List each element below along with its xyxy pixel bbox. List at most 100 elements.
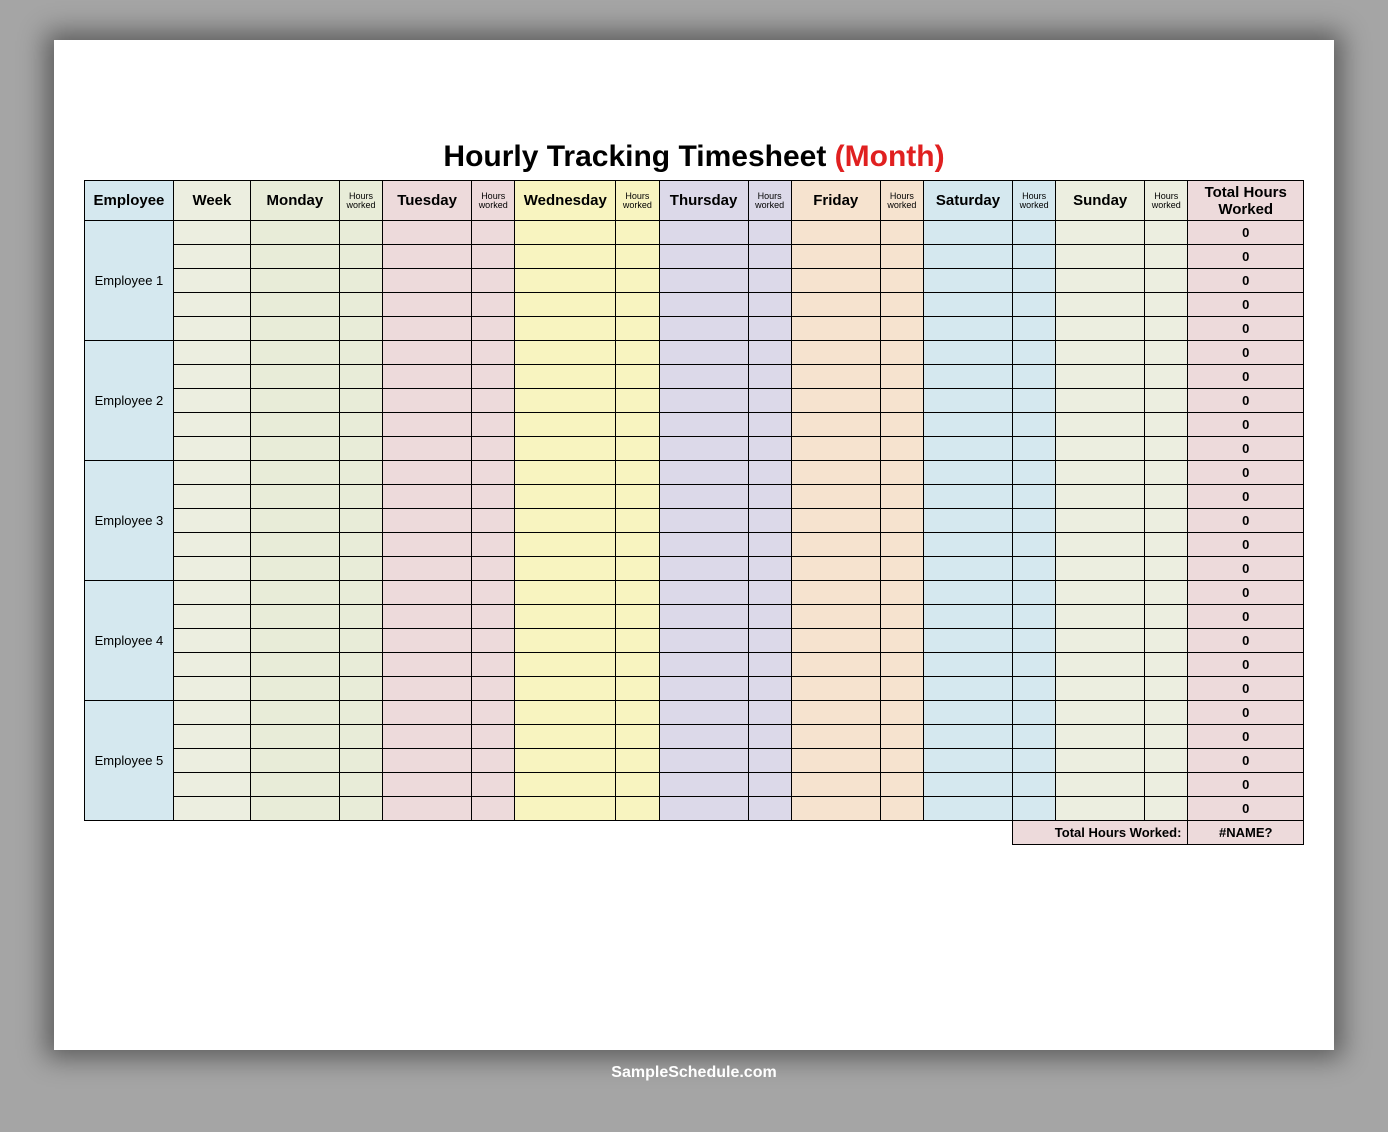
header-row: Employee Week Monday Hours worked Tuesda… [85,181,1304,221]
data-cell [1145,557,1188,581]
data-cell [1056,509,1145,533]
table-row: 0 [85,797,1304,821]
data-cell [616,317,659,341]
data-cell [791,773,880,797]
data-cell [748,365,791,389]
data-cell [1145,461,1188,485]
data-cell [659,365,748,389]
data-cell [383,701,472,725]
total-cell: 0 [1188,557,1304,581]
data-cell [515,437,616,461]
data-cell [659,341,748,365]
data-cell [250,773,339,797]
total-cell: 0 [1188,749,1304,773]
table-row: 0 [85,773,1304,797]
data-cell [1056,533,1145,557]
data-cell [1145,605,1188,629]
data-cell [472,269,515,293]
data-cell [173,797,250,821]
data-cell [339,413,382,437]
data-cell [1012,557,1055,581]
total-cell: 0 [1188,677,1304,701]
data-cell [173,389,250,413]
table-row: Employee 10 [85,221,1304,245]
data-cell [659,317,748,341]
data-cell [880,437,923,461]
data-cell [250,509,339,533]
data-cell [791,557,880,581]
data-cell [924,557,1013,581]
data-cell [472,677,515,701]
data-cell [173,701,250,725]
data-cell [748,461,791,485]
data-cell [791,581,880,605]
data-cell [250,701,339,725]
employee-cell: Employee 2 [85,341,174,461]
data-cell [1145,269,1188,293]
hdr-week: Week [173,181,250,221]
data-cell [880,317,923,341]
data-cell [472,293,515,317]
table-row: 0 [85,749,1304,773]
data-cell [924,701,1013,725]
data-cell [250,677,339,701]
data-cell [659,701,748,725]
data-cell [880,749,923,773]
data-cell [173,725,250,749]
watermark: SampleSchedule.com [54,1064,1334,1082]
data-cell [383,341,472,365]
data-cell [173,629,250,653]
data-cell [748,533,791,557]
data-cell [924,605,1013,629]
data-cell [472,413,515,437]
data-cell [250,605,339,629]
data-cell [339,701,382,725]
data-cell [1145,533,1188,557]
data-cell [1056,269,1145,293]
data-cell [1056,677,1145,701]
data-cell [924,629,1013,653]
total-cell: 0 [1188,437,1304,461]
data-cell [1056,701,1145,725]
data-cell [616,653,659,677]
table-row: 0 [85,245,1304,269]
data-cell [1012,389,1055,413]
data-cell [1012,245,1055,269]
data-cell [383,581,472,605]
hdr-friday: Friday [791,181,880,221]
data-cell [616,773,659,797]
data-cell [515,221,616,245]
data-cell [1056,461,1145,485]
data-cell [515,749,616,773]
data-cell [616,221,659,245]
data-cell [383,773,472,797]
data-cell [1145,749,1188,773]
total-cell: 0 [1188,605,1304,629]
data-cell [515,317,616,341]
data-cell [748,677,791,701]
data-cell [250,533,339,557]
data-cell [383,605,472,629]
data-cell [472,341,515,365]
data-cell [880,461,923,485]
data-cell [250,317,339,341]
data-cell [791,245,880,269]
table-row: Employee 20 [85,341,1304,365]
data-cell [791,485,880,509]
data-cell [339,293,382,317]
data-cell [880,413,923,437]
data-cell [748,269,791,293]
data-cell [515,485,616,509]
data-cell [339,749,382,773]
total-cell: 0 [1188,533,1304,557]
data-cell [1012,509,1055,533]
data-cell [1012,725,1055,749]
data-cell [1145,413,1188,437]
data-cell [250,653,339,677]
data-cell [250,581,339,605]
total-cell: 0 [1188,629,1304,653]
data-cell [748,605,791,629]
data-cell [250,269,339,293]
data-cell [791,677,880,701]
data-cell [616,245,659,269]
